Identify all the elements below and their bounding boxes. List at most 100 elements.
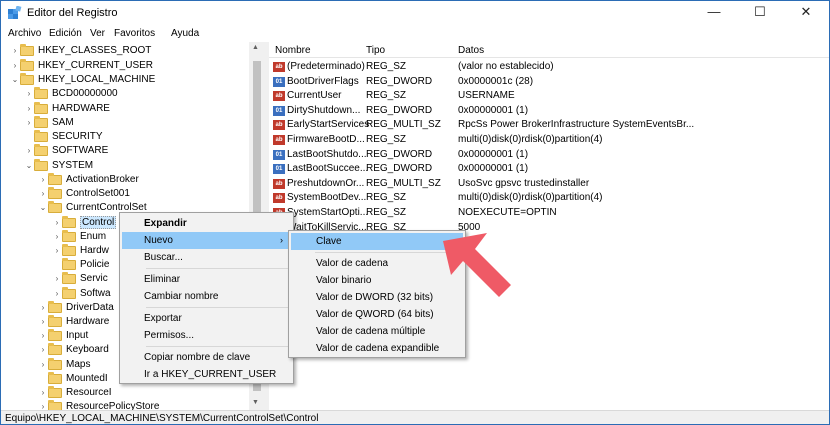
tree-item[interactable]: SECURITY — [24, 130, 103, 144]
expand-chevron-icon[interactable]: › — [38, 301, 48, 315]
expand-chevron-icon[interactable]: ⌄ — [10, 73, 20, 87]
tree-item-label: Control — [80, 216, 117, 229]
context-menu-item[interactable]: Nuevo › — [122, 232, 291, 249]
value-row[interactable]: ab CurrentUser REG_SZ USERNAME — [269, 89, 829, 103]
expand-chevron-icon[interactable]: › — [10, 44, 20, 58]
tree-item[interactable]: ⌄ SYSTEM — [24, 159, 93, 173]
submenu-item[interactable]: Valor de cadena múltiple — [291, 323, 463, 340]
context-menu-item[interactable]: Expandir — [122, 215, 291, 232]
tree-item[interactable]: › HKEY_CURRENT_USER — [10, 59, 153, 73]
expand-chevron-icon[interactable]: › — [38, 187, 48, 201]
expand-chevron-icon[interactable]: › — [52, 244, 62, 258]
tree-item[interactable]: › Maps — [38, 358, 90, 372]
value-row[interactable]: ab (Predeterminado) REG_SZ (valor no establ… — [269, 60, 829, 74]
expand-chevron-icon[interactable]: › — [24, 87, 34, 101]
value-row[interactable]: ab FirmwareBootD... REG_SZ multi(0)disk(0)r… — [269, 133, 829, 147]
tree-item[interactable]: › HKEY_CLASSES_ROOT — [10, 44, 151, 58]
value-row[interactable]: abSystemStartOpti...REG_SZ NOEXECUTE=OPT… — [269, 206, 829, 220]
tree-item[interactable]: › Control — [52, 216, 117, 230]
expand-chevron-icon[interactable]: › — [38, 386, 48, 400]
context-menu-item[interactable]: Permisos... — [122, 327, 291, 344]
submenu-item-label: Valor de cadena expandible — [316, 343, 440, 354]
menu-ver[interactable]: Ver — [90, 28, 105, 39]
value-row[interactable]: 01 LastBootShutdo... REG_DWORD 0x00000001 (… — [269, 148, 829, 162]
expand-chevron-icon[interactable]: › — [38, 329, 48, 343]
tree-item[interactable]: › Servic — [52, 272, 108, 286]
expand-chevron-icon[interactable]: › — [38, 173, 48, 187]
tree-item[interactable]: MountedI — [38, 372, 108, 386]
tree-item[interactable]: ⌄ HKEY_LOCAL_MACHINE — [10, 73, 155, 87]
expand-chevron-icon[interactable]: › — [52, 287, 62, 301]
submenu-item[interactable]: Valor de cadena expandible — [291, 340, 463, 357]
context-menu-item[interactable]: Ir a HKEY_CURRENT_USER — [122, 366, 291, 383]
value-row[interactable]: ab SystemBootDev... REG_SZ multi(0)disk(0)r… — [269, 191, 829, 205]
close-button[interactable]: ✕ — [783, 1, 829, 25]
expand-chevron-icon[interactable]: ⌄ — [38, 201, 48, 215]
context-menu-item[interactable]: Exportar — [122, 310, 291, 327]
tree-item[interactable]: › SAM — [24, 116, 74, 130]
expand-chevron-icon[interactable]: › — [24, 144, 34, 158]
folder-icon — [34, 144, 48, 156]
tree-item[interactable]: › ControlSet001 — [38, 187, 130, 201]
value-data: multi(0)disk(0)rdisk(0)partition(4) — [458, 134, 603, 145]
tree-item[interactable]: › SOFTWARE — [24, 144, 108, 158]
tree-item[interactable]: › Keyboard — [38, 343, 109, 357]
tree-item-label: HKEY_LOCAL_MACHINE — [38, 74, 156, 85]
menu-separator — [146, 307, 289, 308]
value-type: REG_MULTI_SZ — [366, 177, 441, 189]
menu-separator — [146, 268, 289, 269]
tree-item[interactable]: › Hardw — [52, 244, 109, 258]
menu-archivo[interactable]: Archivo — [8, 28, 41, 39]
maximize-button[interactable]: ☐ — [737, 1, 783, 25]
tree-item[interactable]: › DriverData — [38, 301, 114, 315]
expand-chevron-icon[interactable]: › — [24, 102, 34, 116]
value-row[interactable]: 01 LastBootSuccee... REG_DWORD 0x00000001 (… — [269, 162, 829, 176]
scroll-down-icon[interactable]: ▼ — [252, 399, 259, 406]
tree-item-label: HARDWARE — [52, 103, 110, 114]
menu-ayuda[interactable]: Ayuda — [171, 28, 199, 39]
context-menu-item[interactable]: Eliminar — [122, 271, 291, 288]
column-type[interactable]: Tipo — [366, 45, 385, 56]
column-name[interactable]: Nombre — [275, 45, 311, 56]
expand-chevron-icon[interactable]: ⌄ — [24, 159, 34, 173]
expand-chevron-icon[interactable]: › — [52, 272, 62, 286]
expand-chevron-icon[interactable]: › — [52, 216, 62, 230]
expand-chevron-icon[interactable]: › — [38, 343, 48, 357]
tree-item[interactable]: Policie — [52, 258, 109, 272]
value-name: SystemBootDev... — [287, 192, 367, 204]
expand-chevron-icon[interactable]: › — [24, 116, 34, 130]
tree-item[interactable]: › BCD00000000 — [24, 87, 118, 101]
folder-icon — [62, 230, 76, 242]
context-menu-item[interactable]: Buscar... — [122, 249, 291, 266]
tree-item[interactable]: › Input — [38, 329, 88, 343]
tree-item[interactable]: › ResourcePolicyStore — [38, 400, 159, 410]
context-menu-item[interactable]: Cambiar nombre — [122, 288, 291, 305]
tree-item[interactable]: › HARDWARE — [24, 102, 110, 116]
scroll-up-icon[interactable]: ▲ — [252, 44, 259, 51]
expand-chevron-icon[interactable]: › — [52, 230, 62, 244]
value-data: 0x00000001 (1) — [458, 148, 529, 160]
tree-item[interactable]: › ActivationBroker — [38, 173, 139, 187]
value-row[interactable]: ab EarlyStartServices REG_MULTI_SZ RpcSs Po… — [269, 118, 829, 132]
submenu-item[interactable]: Valor de QWORD (64 bits) — [291, 306, 463, 323]
value-row[interactable]: ab PreshutdownOr... REG_MULTI_SZ UsoSvc gps… — [269, 177, 829, 191]
minimize-button[interactable]: — — [691, 1, 737, 25]
menu-favoritos[interactable]: Favoritos — [114, 28, 155, 39]
menu-edicion[interactable]: Edición — [49, 28, 82, 39]
expand-chevron-icon[interactable]: › — [10, 59, 20, 73]
tree-item[interactable]: › ResourceI — [38, 386, 112, 400]
expand-chevron-icon[interactable]: › — [38, 400, 48, 410]
tree-item[interactable]: › Enum — [52, 230, 106, 244]
tree-item[interactable]: › Softwa — [52, 287, 111, 301]
value-name: EarlyStartServices — [287, 119, 370, 131]
column-data[interactable]: Datos — [458, 45, 484, 56]
expand-chevron-icon[interactable]: › — [38, 315, 48, 329]
context-menu-item[interactable]: Copiar nombre de clave — [122, 349, 291, 366]
value-row[interactable]: 01 DirtyShutdown... REG_DWORD 0x00000001 (1… — [269, 104, 829, 118]
tree-item[interactable]: › Hardware — [38, 315, 109, 329]
value-row[interactable]: 01 BootDriverFlags REG_DWORD 0x0000001c (28… — [269, 75, 829, 89]
pointer-arrow-icon — [443, 233, 511, 297]
tree-item-label: Softwa — [80, 288, 111, 299]
value-data: NOEXECUTE=OPTIN — [458, 207, 557, 218]
expand-chevron-icon[interactable]: › — [38, 358, 48, 372]
